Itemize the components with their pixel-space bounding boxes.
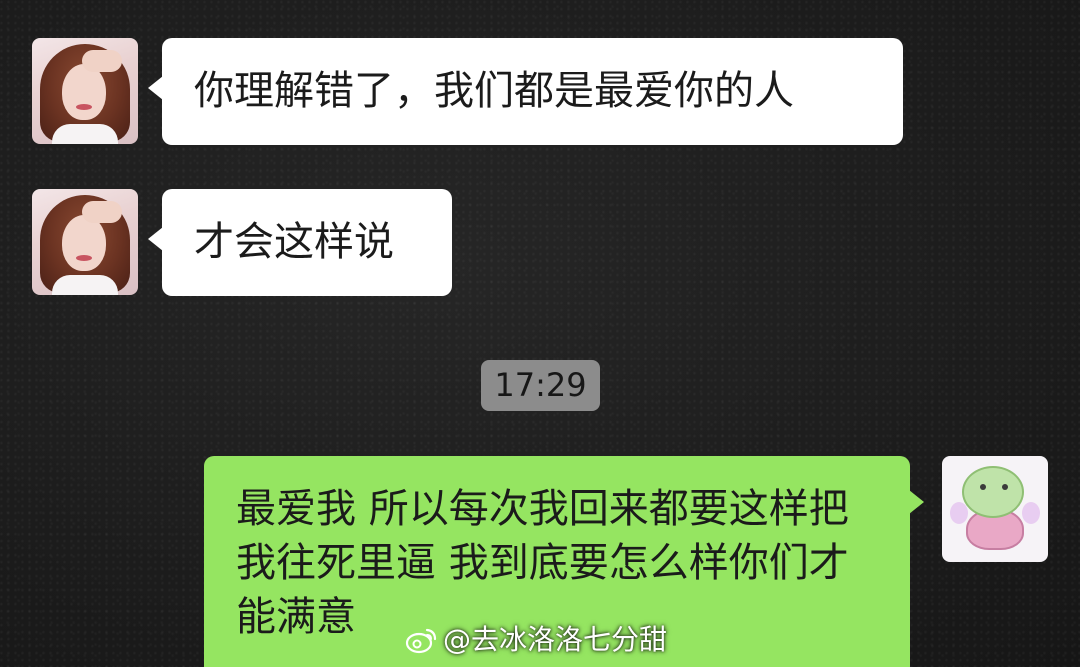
incoming-message-bubble[interactable]: 才会这样说 [148,189,452,296]
watermark-text: @去冰洛洛七分甜 [443,623,668,656]
message-text: 最爱我 所以每次我回来都要这样把我往死里逼 我到底要怎么样你们才能满意 [236,486,849,640]
contact-avatar[interactable] [32,38,138,144]
avatar-hand [82,201,122,223]
message-text: 才会这样说 [194,219,394,265]
contact-avatar[interactable] [32,189,138,295]
avatar-turtle-head [962,466,1024,518]
incoming-message-bubble[interactable]: 你理解错了，我们都是最爱你的人 [148,38,903,145]
self-avatar[interactable] [942,456,1048,562]
chat-screen: 你理解错了，我们都是最爱你的人 才会这样说 17:29 最爱我 所以每次我回来都… [0,0,1080,667]
avatar-clothing [52,124,118,144]
avatar-face [62,215,106,271]
message-text: 你理解错了，我们都是最爱你的人 [194,68,794,114]
avatar-eye [980,484,986,490]
avatar-lips [76,104,92,110]
avatar-wing-left [950,502,968,524]
timestamp-label: 17:29 [481,360,600,411]
avatar-hand [82,50,122,72]
avatar-eye [1002,484,1008,490]
avatar-lips [76,255,92,261]
avatar-wing-right [1022,502,1040,524]
avatar-face [62,64,106,120]
weibo-watermark: @去冰洛洛七分甜 [405,620,667,660]
weibo-icon [405,628,437,654]
avatar-clothing [52,275,118,295]
